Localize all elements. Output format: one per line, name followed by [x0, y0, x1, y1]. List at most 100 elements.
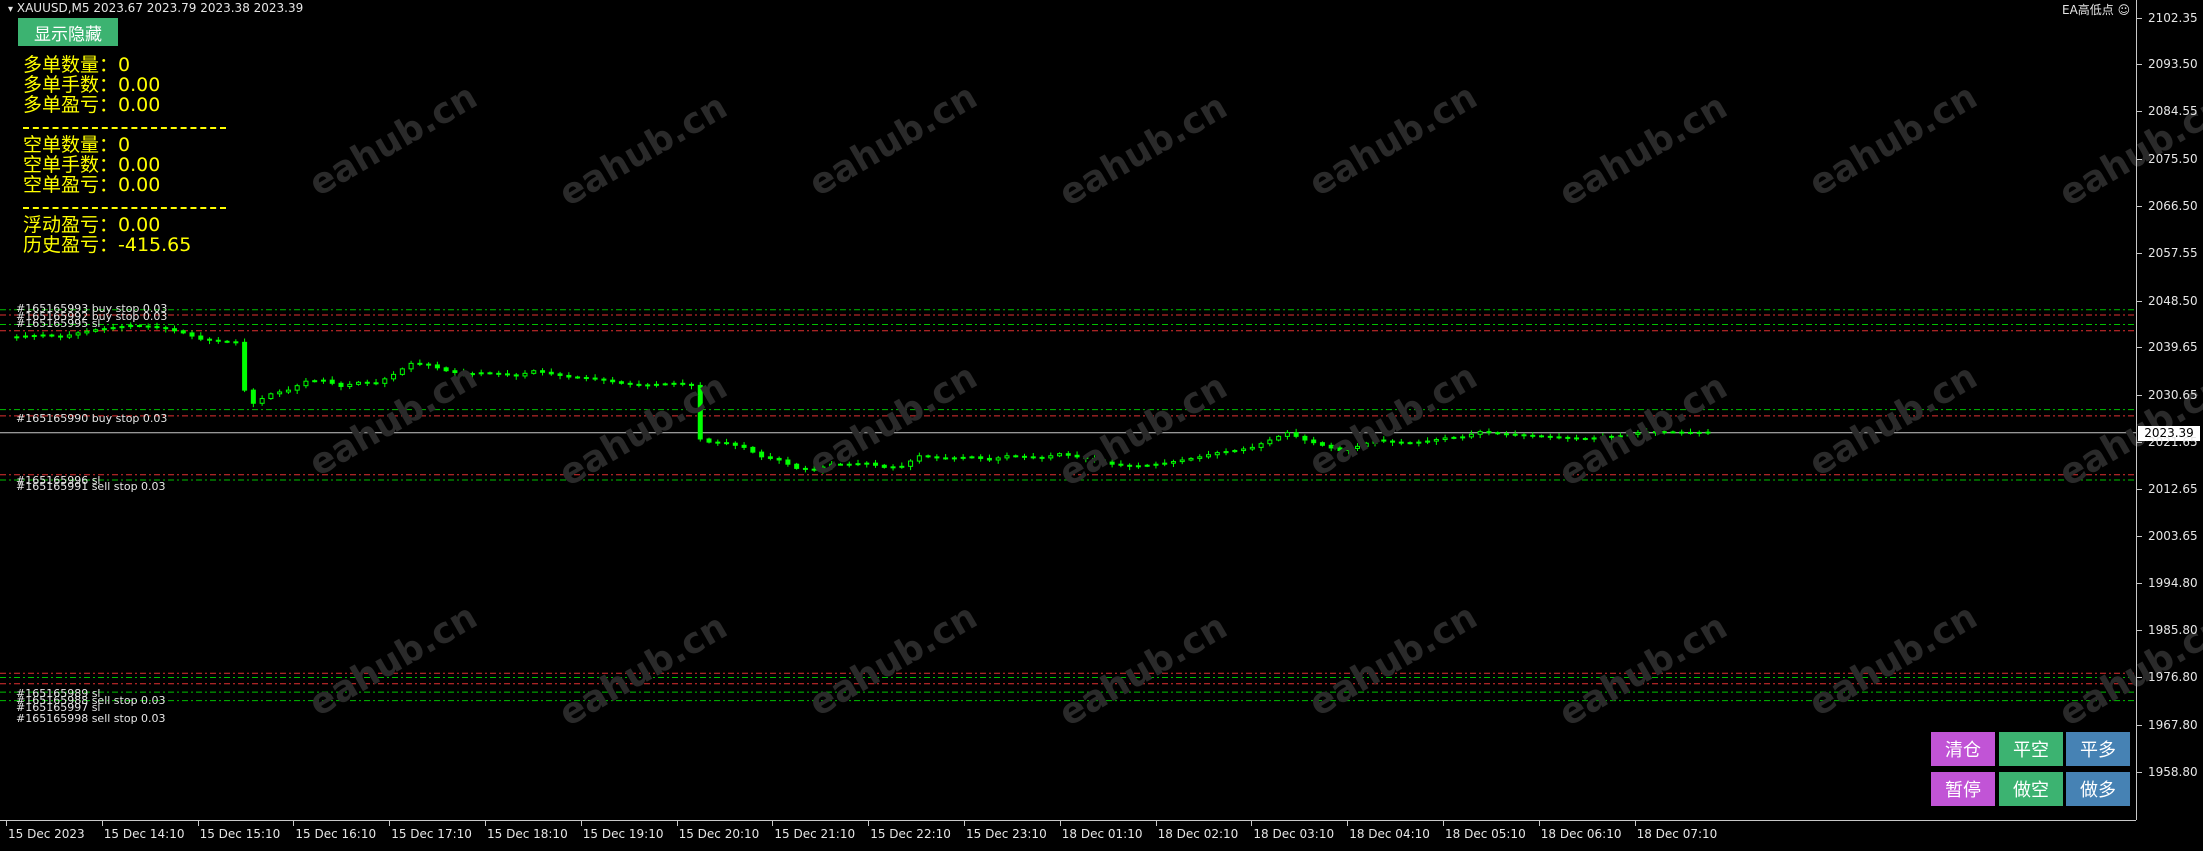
candle: [66, 331, 72, 340]
candle: [1179, 456, 1185, 465]
candle: [1232, 449, 1238, 453]
price-tick-mark: [2136, 772, 2142, 773]
buy-button[interactable]: 做多: [2066, 772, 2130, 806]
candle: [303, 378, 309, 389]
candle: [706, 437, 712, 444]
time-tick-mark: [1347, 820, 1349, 826]
price-tick-label: 1967.80: [2148, 717, 2198, 732]
time-tick-mark: [1155, 820, 1157, 826]
price-tick-mark: [2136, 724, 2142, 726]
floating-pnl-value: 0.00: [118, 214, 161, 236]
candle: [1705, 428, 1711, 435]
candle: [1197, 454, 1203, 462]
candle: [995, 455, 1001, 464]
price-tick-mark: [2136, 111, 2142, 113]
candle: [1460, 434, 1466, 441]
price-tick-mark: [2136, 630, 2142, 632]
time-tick-mark: [964, 820, 965, 826]
candle: [610, 376, 616, 385]
price-scale[interactable]: [2136, 0, 2203, 820]
candle: [312, 379, 318, 383]
candle: [592, 374, 598, 382]
time-tick-label: 18 Dec 06:10: [1540, 827, 1622, 841]
price-tick-label: 1958.80: [2148, 765, 2198, 779]
order-label: #165165991 sell stop 0.03: [16, 480, 166, 493]
separator-2: [23, 207, 226, 209]
candle: [1214, 450, 1220, 459]
candle: [864, 461, 870, 468]
candle: [215, 337, 221, 344]
candle: [724, 438, 730, 446]
time-tick-label: 18 Dec 02:10: [1157, 827, 1239, 841]
candle: [1425, 437, 1431, 445]
candle: [1249, 443, 1255, 451]
candle: [636, 380, 642, 388]
candle: [478, 369, 484, 377]
candle: [540, 368, 546, 376]
long-lots-label: 多单手数：: [23, 74, 119, 96]
candle: [1442, 434, 1448, 443]
price-tick-label: 1994.80: [2148, 575, 2198, 590]
time-tick-mark: [485, 820, 486, 826]
candle: [653, 381, 659, 388]
candle: [426, 362, 432, 369]
close-short-button[interactable]: 平空: [1999, 732, 2063, 766]
time-tick-label: 15 Dec 23:10: [966, 827, 1047, 841]
candle: [951, 455, 957, 462]
candle: [986, 454, 992, 462]
candle: [1468, 430, 1474, 439]
candle: [1687, 428, 1693, 435]
candle: [548, 368, 554, 376]
candle: [513, 372, 519, 380]
long-count-value: 0: [118, 54, 131, 76]
time-tick-label: 15 Dec 2023: [8, 827, 85, 841]
candle: [119, 324, 125, 332]
chart-menu-icon[interactable]: ▾: [8, 4, 13, 15]
time-tick-label: 15 Dec 22:10: [870, 827, 951, 841]
price-tick-label: 2066.50: [2148, 199, 2198, 214]
toggle-visibility-button[interactable]: 显示隐藏: [18, 18, 118, 46]
candle: [75, 330, 81, 339]
candle: [198, 332, 204, 342]
candle: [969, 455, 975, 459]
candle: [1206, 450, 1212, 459]
order-label: #165165990 buy stop 0.03: [16, 412, 168, 425]
time-tick-mark: [1634, 820, 1636, 826]
candle: [382, 376, 388, 388]
candle: [750, 446, 756, 454]
candle: [417, 359, 423, 367]
price-tick-mark: [2136, 394, 2142, 396]
candle: [531, 369, 537, 375]
candle: [1293, 428, 1299, 439]
short-pnl-row: 空单盈亏：0.00: [23, 175, 160, 195]
long-count-row: 多单数量：0: [23, 55, 130, 75]
candle: [101, 326, 107, 333]
candle: [14, 334, 20, 341]
close-all-button[interactable]: 清仓: [1931, 732, 1995, 766]
short-lots-row: 空单手数：0.00: [23, 155, 160, 175]
candle: [776, 456, 782, 464]
short-count-label: 空单数量：: [23, 134, 119, 156]
candle: [49, 333, 55, 338]
candle: [1539, 434, 1545, 438]
close-long-button[interactable]: 平多: [2066, 732, 2130, 766]
candle: [373, 378, 379, 386]
candle: [1030, 453, 1036, 460]
candle: [1433, 437, 1439, 445]
candle: [662, 382, 668, 386]
candle: [522, 370, 528, 379]
candle: [1127, 463, 1133, 471]
time-tick-label: 18 Dec 04:10: [1349, 827, 1430, 841]
sell-button[interactable]: 做空: [1999, 772, 2063, 806]
candle: [1556, 433, 1562, 440]
candle: [934, 454, 940, 462]
candle: [1241, 446, 1247, 454]
candle: [1495, 431, 1501, 436]
candle: [715, 439, 721, 446]
order-label: #165165998 sell stop 0.03: [16, 712, 166, 725]
candle: [1135, 462, 1141, 469]
floating-pnl-row: 浮动盈亏：0.00: [23, 215, 160, 235]
candle: [250, 388, 256, 408]
pause-button[interactable]: 暂停: [1931, 772, 1995, 806]
candle: [1004, 452, 1010, 461]
